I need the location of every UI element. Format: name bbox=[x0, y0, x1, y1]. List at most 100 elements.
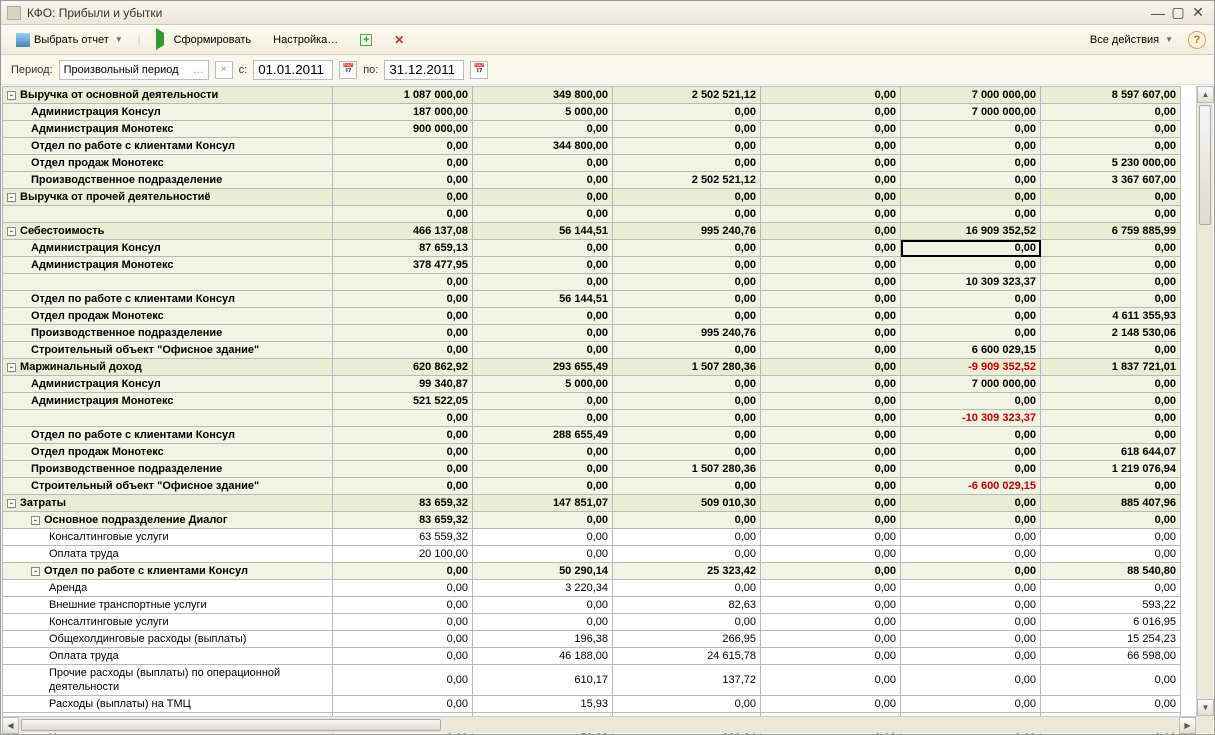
vertical-scrollbar[interactable]: ▲ ▼ bbox=[1196, 86, 1213, 716]
cell-value[interactable]: 0,00 bbox=[761, 240, 901, 257]
cell-value[interactable]: 0,00 bbox=[761, 478, 901, 495]
cell-value[interactable]: -10 309 323,37 bbox=[901, 410, 1041, 427]
cell-value[interactable]: 0,00 bbox=[613, 121, 761, 138]
cell-value[interactable]: 0,00 bbox=[901, 325, 1041, 342]
cell-value[interactable]: 0,00 bbox=[761, 104, 901, 121]
table-row[interactable]: Строительный объект "Офисное здание"0,00… bbox=[3, 478, 1181, 495]
cell-value[interactable]: 0,00 bbox=[473, 444, 613, 461]
cell-value[interactable]: 4 611 355,93 bbox=[1041, 308, 1181, 325]
tree-toggle[interactable]: - bbox=[7, 499, 16, 508]
cell-value[interactable]: 0,00 bbox=[333, 563, 473, 580]
cell-value[interactable]: 2 502 521,12 bbox=[613, 87, 761, 104]
cell-value[interactable]: 0,00 bbox=[613, 427, 761, 444]
cell-value[interactable]: 0,00 bbox=[1041, 376, 1181, 393]
cell-value[interactable]: 620 862,92 bbox=[333, 359, 473, 376]
cell-value[interactable]: 0,00 bbox=[761, 580, 901, 597]
cell-value[interactable]: 0,00 bbox=[473, 155, 613, 172]
cell-value[interactable]: 0,00 bbox=[901, 563, 1041, 580]
cell-value[interactable]: 0,00 bbox=[901, 495, 1041, 512]
cell-value[interactable]: 0,00 bbox=[901, 648, 1041, 665]
cell-value[interactable]: 0,00 bbox=[333, 597, 473, 614]
cell-value[interactable]: 0,00 bbox=[473, 512, 613, 529]
cell-value[interactable]: 0,00 bbox=[1041, 410, 1181, 427]
horizontal-scrollbar[interactable]: ◀ ▶ bbox=[2, 716, 1196, 733]
cell-value[interactable]: 16 909 352,52 bbox=[901, 223, 1041, 240]
cell-value[interactable]: 293 655,49 bbox=[473, 359, 613, 376]
cell-value[interactable]: 0,00 bbox=[1041, 206, 1181, 223]
table-row[interactable]: -Основное подразделение Диалог83 659,320… bbox=[3, 512, 1181, 529]
cell-value[interactable]: 0,00 bbox=[473, 274, 613, 291]
cell-value[interactable]: 0,00 bbox=[473, 189, 613, 206]
tree-toggle[interactable]: - bbox=[7, 363, 16, 372]
scroll-thumb[interactable] bbox=[1199, 105, 1211, 225]
cell-value[interactable]: 0,00 bbox=[1041, 138, 1181, 155]
cell-value[interactable]: 0,00 bbox=[473, 342, 613, 359]
cell-value[interactable]: 0,00 bbox=[901, 291, 1041, 308]
cell-value[interactable]: 900 000,00 bbox=[333, 121, 473, 138]
cell-value[interactable]: 15,93 bbox=[473, 696, 613, 713]
tree-toggle[interactable]: - bbox=[31, 516, 40, 525]
table-row[interactable]: -Отдел по работе с клиентами Консул0,005… bbox=[3, 563, 1181, 580]
cell-value[interactable]: 0,00 bbox=[761, 87, 901, 104]
cell-value[interactable]: 0,00 bbox=[761, 665, 901, 696]
cell-value[interactable]: 99 340,87 bbox=[333, 376, 473, 393]
cell-value[interactable]: 0,00 bbox=[473, 529, 613, 546]
scroll-thumb[interactable] bbox=[21, 719, 441, 731]
cell-value[interactable]: 0,00 bbox=[761, 376, 901, 393]
cell-value[interactable]: 0,00 bbox=[901, 614, 1041, 631]
cell-value[interactable]: 83 659,32 bbox=[333, 495, 473, 512]
cell-value[interactable]: 593,22 bbox=[1041, 597, 1181, 614]
cell-value[interactable]: 0,00 bbox=[1041, 342, 1181, 359]
cell-value[interactable]: 0,00 bbox=[613, 308, 761, 325]
cell-value[interactable]: 0,00 bbox=[901, 308, 1041, 325]
cell-value[interactable]: 0,00 bbox=[761, 495, 901, 512]
cell-value[interactable]: 0,00 bbox=[473, 546, 613, 563]
cell-value[interactable]: 344 800,00 bbox=[473, 138, 613, 155]
cell-value[interactable]: 0,00 bbox=[761, 410, 901, 427]
cell-value[interactable]: 1 507 280,36 bbox=[613, 461, 761, 478]
cell-value[interactable]: 0,00 bbox=[473, 325, 613, 342]
table-row[interactable]: Общехолдинговые расходы (выплаты)0,00196… bbox=[3, 631, 1181, 648]
cell-value[interactable]: 63 559,32 bbox=[333, 529, 473, 546]
table-row[interactable]: -Выручка от прочей деятельностиё0,000,00… bbox=[3, 189, 1181, 206]
add-button[interactable]: + bbox=[353, 30, 379, 50]
cell-value[interactable]: 0,00 bbox=[901, 206, 1041, 223]
cell-value[interactable]: 0,00 bbox=[333, 325, 473, 342]
cell-value[interactable]: 995 240,76 bbox=[613, 325, 761, 342]
cell-value[interactable]: 509 010,30 bbox=[613, 495, 761, 512]
minimize-button[interactable]: — bbox=[1148, 5, 1168, 21]
cell-value[interactable]: 0,00 bbox=[761, 648, 901, 665]
cell-value[interactable]: 0,00 bbox=[473, 240, 613, 257]
cell-value[interactable]: 0,00 bbox=[613, 410, 761, 427]
cell-value[interactable]: 0,00 bbox=[473, 308, 613, 325]
cell-value[interactable]: 82,63 bbox=[613, 597, 761, 614]
cell-value[interactable]: 0,00 bbox=[613, 393, 761, 410]
cell-value[interactable]: 0,00 bbox=[1041, 546, 1181, 563]
cell-value[interactable]: 0,00 bbox=[761, 138, 901, 155]
cell-value[interactable]: 1 219 076,94 bbox=[1041, 461, 1181, 478]
cell-value[interactable]: 0,00 bbox=[473, 206, 613, 223]
cell-value[interactable]: 0,00 bbox=[1041, 512, 1181, 529]
cell-value[interactable]: 7 000 000,00 bbox=[901, 376, 1041, 393]
cell-value[interactable]: 0,00 bbox=[613, 138, 761, 155]
cell-value[interactable]: 0,00 bbox=[333, 206, 473, 223]
cell-value[interactable]: 610,17 bbox=[473, 665, 613, 696]
cell-value[interactable]: 2 502 521,12 bbox=[613, 172, 761, 189]
table-row[interactable]: Производственное подразделение0,000,002 … bbox=[3, 172, 1181, 189]
period-mode-select[interactable]: Произвольный период … bbox=[59, 60, 209, 80]
cell-value[interactable]: 0,00 bbox=[761, 461, 901, 478]
table-row[interactable]: -Выручка от основной деятельности1 087 0… bbox=[3, 87, 1181, 104]
cell-value[interactable]: 6 600 029,15 bbox=[901, 342, 1041, 359]
cell-value[interactable]: 0,00 bbox=[761, 172, 901, 189]
cell-value[interactable]: 0,00 bbox=[901, 393, 1041, 410]
table-row[interactable]: Оплата труда0,0046 188,0024 615,780,000,… bbox=[3, 648, 1181, 665]
cell-value[interactable]: 0,00 bbox=[613, 240, 761, 257]
cell-value[interactable]: 618 644,07 bbox=[1041, 444, 1181, 461]
cell-value[interactable]: 0,00 bbox=[761, 427, 901, 444]
table-row[interactable]: Консалтинговые услуги0,000,000,000,000,0… bbox=[3, 614, 1181, 631]
cell-value[interactable]: 83 659,32 bbox=[333, 512, 473, 529]
cell-value[interactable]: 0,00 bbox=[901, 240, 1041, 257]
cell-value[interactable]: 0,00 bbox=[473, 393, 613, 410]
cell-value[interactable]: 0,00 bbox=[333, 444, 473, 461]
cell-value[interactable]: 0,00 bbox=[613, 478, 761, 495]
